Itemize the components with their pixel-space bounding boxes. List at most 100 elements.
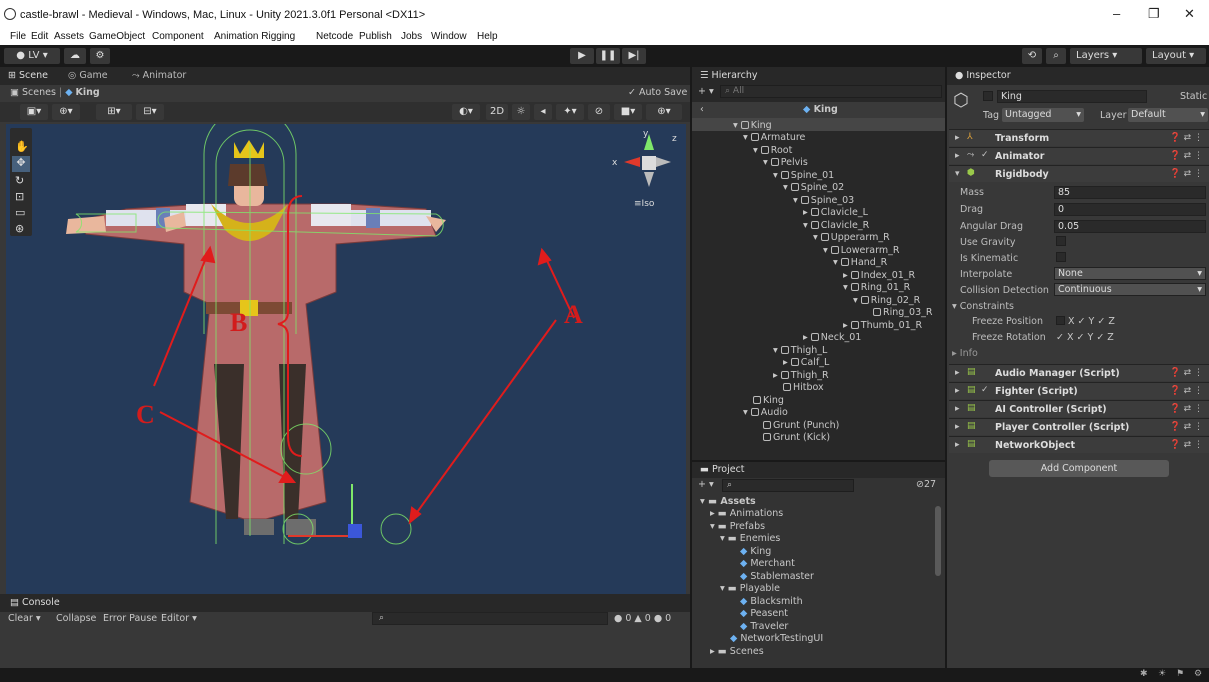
minimize-button[interactable]: – [1113, 6, 1120, 21]
enabled-checkbox[interactable]: ✓ [981, 150, 989, 160]
project-add-button[interactable]: + ▾ [698, 479, 714, 490]
hidden-packages-toggle[interactable]: ⊘27 [916, 479, 936, 490]
console-error-pause-button[interactable]: Error Pause [103, 613, 157, 624]
project-item[interactable]: ▾ ▬ Playable [720, 583, 780, 594]
hierarchy-item[interactable]: ▾ Thigh_L [773, 345, 827, 356]
tag-dropdown[interactable]: Untagged ▾ [1002, 108, 1084, 122]
tab-game[interactable]: ◎ Game [68, 67, 108, 85]
mass-input[interactable]: 85 [1054, 186, 1206, 199]
shading-dropdown[interactable]: ◐▾ [452, 104, 480, 120]
menu-edit[interactable]: Edit [31, 31, 48, 42]
hierarchy-item[interactable]: ▾ Ring_02_R [853, 295, 920, 306]
collab-icon[interactable]: ⚙ [90, 48, 110, 64]
hierarchy-item[interactable]: ▸ Thigh_R [773, 370, 829, 381]
lighting-icon[interactable]: ☼ [512, 104, 530, 120]
project-item[interactable]: ▾ ▬ Prefabs [710, 521, 765, 532]
hierarchy-item[interactable]: Grunt (Punch) [763, 420, 839, 431]
hidden-objects-icon[interactable]: ⊘ [588, 104, 610, 120]
settings-icon[interactable]: ⚙ [1194, 669, 1202, 679]
transform-tool-icon[interactable]: ⊛ [15, 222, 24, 235]
freeze-rotation-toggles[interactable]: ✓ X ✓ Y ✓ Z [1056, 332, 1114, 343]
pause-button[interactable]: ❚❚ [596, 48, 620, 64]
account-dropdown[interactable]: ● LV ▾ [4, 48, 60, 64]
hierarchy-item[interactable]: ▸ Clavicle_L [803, 207, 868, 218]
effects-dropdown[interactable]: ✦▾ [556, 104, 584, 120]
project-item[interactable]: ◆ Merchant [740, 558, 795, 569]
hierarchy-item[interactable]: ▸ Neck_01 [803, 332, 861, 343]
interpolate-dropdown[interactable]: None ▾ [1054, 267, 1206, 280]
info-foldout[interactable]: ▸ Info [952, 348, 978, 359]
tab-animator[interactable]: ⤳ Animator [132, 67, 186, 85]
hierarchy-item[interactable]: ▾ Audio [743, 407, 788, 418]
increment-snap-dropdown[interactable]: ⊟▾ [136, 104, 164, 120]
add-component-button[interactable]: Add Component [989, 460, 1169, 477]
component-network-object[interactable]: ▸ ▤ NetworkObject ❓ ⇄ ⋮ [949, 436, 1209, 453]
menu-component[interactable]: Component [152, 31, 204, 42]
component-ai-controller[interactable]: ▸ ▤ AI Controller (Script) ❓ ⇄ ⋮ [949, 400, 1209, 417]
step-button[interactable]: ▶| [622, 48, 646, 64]
hierarchy-item[interactable]: ▾ Ring_01_R [843, 282, 910, 293]
hierarchy-item[interactable]: Hitbox [783, 382, 824, 393]
is-kinematic-checkbox[interactable] [1056, 252, 1066, 262]
hierarchy-item[interactable]: ▾ Spine_02 [783, 182, 844, 193]
component-fighter[interactable]: ▸ ▤ ✓ Fighter (Script) ❓ ⇄ ⋮ [949, 382, 1209, 399]
hierarchy-item[interactable]: ▾ King [733, 120, 772, 131]
lighting-status-icon[interactable]: ☀ [1158, 669, 1166, 679]
project-item[interactable]: ▾ ▬ Assets [700, 496, 756, 507]
close-button[interactable]: ✕ [1184, 6, 1195, 22]
component-player-controller[interactable]: ▸ ▤ Player Controller (Script) ❓ ⇄ ⋮ [949, 418, 1209, 435]
hierarchy-item[interactable]: ▾ Lowerarm_R [823, 245, 899, 256]
console-counters[interactable]: ● 0 ▲ 0 ● 0 [614, 613, 671, 624]
gameobject-name-input[interactable]: King [997, 90, 1147, 103]
component-audio-manager[interactable]: ▸ ▤ Audio Manager (Script) ❓ ⇄ ⋮ [949, 364, 1209, 381]
menu-assets[interactable]: Assets [54, 31, 84, 42]
camera-dropdown[interactable]: ■▾ [614, 104, 642, 120]
project-item[interactable]: ▸ ▬ Animations [710, 508, 783, 519]
component-rigidbody[interactable]: ▾ ⬢ Rigidbody ❓ ⇄ ⋮ [949, 165, 1209, 182]
menu-file[interactable]: File [10, 31, 26, 42]
layout-dropdown[interactable]: Layout ▾ [1146, 48, 1206, 64]
maximize-button[interactable]: ❐ [1148, 6, 1160, 22]
console-collapse-button[interactable]: Collapse [56, 613, 96, 624]
enabled-checkbox[interactable]: ✓ [981, 385, 989, 395]
hierarchy-item[interactable]: Ring_03_R [873, 307, 932, 318]
project-item[interactable]: ▸ ▬ Scenes [710, 646, 764, 657]
hierarchy-item[interactable]: ▾ Spine_03 [793, 195, 854, 206]
component-animator[interactable]: ▸ ⤳ ✓ Animator ❓ ⇄ ⋮ [949, 147, 1209, 164]
menu-animation-rigging[interactable]: Animation Rigging [214, 31, 295, 42]
hierarchy-item[interactable]: ▾ Clavicle_R [803, 220, 869, 231]
hierarchy-add-button[interactable]: + ▾ [698, 86, 714, 97]
move-tool-icon[interactable]: ✥ [12, 156, 30, 172]
constraints-foldout[interactable]: ▾ Constraints [952, 301, 1014, 312]
hierarchy-item[interactable]: ▸ Index_01_R [843, 270, 915, 281]
console-search-input[interactable]: ⌕ [372, 612, 608, 625]
hierarchy-item[interactable]: ▾ Upperarm_R [813, 232, 890, 243]
angular-drag-input[interactable]: 0.05 [1054, 220, 1206, 233]
drag-input[interactable]: 0 [1054, 203, 1206, 216]
network-icon[interactable]: ⚑ [1176, 669, 1184, 679]
tab-scene[interactable]: ⊞ Scene [8, 67, 48, 85]
menu-gameobject[interactable]: GameObject [89, 31, 145, 42]
menu-netcode[interactable]: Netcode [316, 31, 353, 42]
toggle-2d-button[interactable]: 2D [486, 104, 508, 120]
draw-mode-dropdown[interactable]: ▣▾ [20, 104, 48, 120]
back-arrow-icon[interactable]: ‹ [700, 104, 704, 115]
scale-tool-icon[interactable]: ⊡ [15, 190, 24, 203]
hierarchy-item[interactable]: King [753, 395, 784, 406]
freeze-checkbox[interactable] [1056, 316, 1065, 325]
project-item[interactable]: ◆ Peasent [740, 608, 788, 619]
hierarchy-item[interactable]: ▾ Pelvis [763, 157, 808, 168]
hierarchy-item[interactable]: ▾ Armature [743, 132, 805, 143]
project-item[interactable]: ◆ Stablemaster [740, 571, 814, 582]
hand-tool-icon[interactable]: ✋ [15, 140, 29, 153]
project-item[interactable]: ◆ NetworkTestingUI [730, 633, 823, 644]
static-dropdown[interactable]: Static ▾ [1180, 91, 1209, 102]
project-search-input[interactable]: ⌕ [722, 479, 854, 492]
active-checkbox[interactable] [983, 91, 993, 101]
rotate-tool-icon[interactable]: ↻ [15, 174, 24, 187]
pivot-dropdown[interactable]: ⊕▾ [52, 104, 80, 120]
collision-detection-dropdown[interactable]: Continuous ▾ [1054, 283, 1206, 296]
scene-viewport[interactable]: y x z ≡Iso A B C ✋ ✥ ↻ ⊡ ▭ ⊛ [6, 124, 686, 594]
hierarchy-item[interactable]: ▾ Spine_01 [773, 170, 834, 181]
tab-inspector[interactable]: ● Inspector [955, 67, 1011, 85]
